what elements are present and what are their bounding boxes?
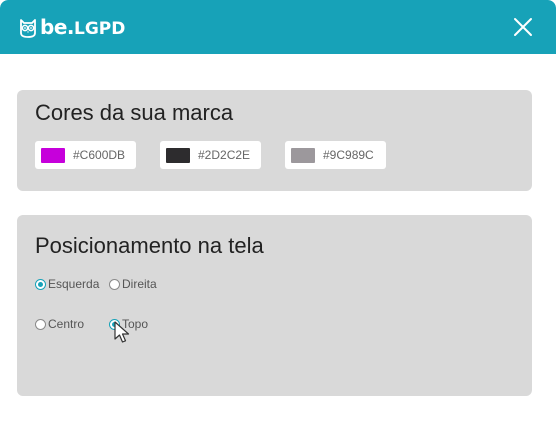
radio-label: Esquerda [48,277,100,291]
radio-option-centro[interactable]: Centro [35,317,84,331]
color-chip-tertiary[interactable]: #9C989C [285,141,386,169]
brand-colors-section: Cores da sua marca #C600DB #2D2C2E #9C98… [17,90,532,191]
screen-position-section: Posicionamento na tela Esquerda Direita … [17,215,532,396]
radio-button[interactable] [109,318,120,330]
screen-position-title: Posicionamento na tela [35,233,264,258]
radio-label: Direita [122,277,157,291]
modal-header: be.LGPD [0,0,556,54]
radio-button[interactable] [35,318,46,330]
color-swatch [291,147,315,163]
color-swatch [41,147,65,163]
color-hex: #9C989C [323,148,374,162]
radio-option-esquerda[interactable]: Esquerda [35,277,99,291]
brand-name: be.LGPD [40,16,125,40]
radio-label: Topo [122,317,149,331]
color-hex: #C600DB [73,148,126,162]
brand-suffix: LGPD [73,19,126,39]
radio-label: Centro [48,317,85,331]
brand-main: be. [40,15,74,39]
color-chip-primary[interactable]: #C600DB [35,141,136,169]
radio-option-direita[interactable]: Direita [109,277,157,291]
radio-button[interactable] [35,278,46,290]
color-swatch [166,147,190,163]
brand-logo: be.LGPD [18,16,125,40]
radio-button[interactable] [109,278,120,290]
owl-logo-icon [20,19,36,38]
close-icon[interactable] [511,15,535,39]
color-hex: #2D2C2E [198,148,251,162]
color-chip-secondary[interactable]: #2D2C2E [160,141,261,169]
settings-modal: be.LGPD Cores da sua marca #C600DB #2D2C… [0,0,556,434]
radio-option-topo[interactable]: Topo [109,317,148,331]
brand-colors-title: Cores da sua marca [35,100,234,125]
